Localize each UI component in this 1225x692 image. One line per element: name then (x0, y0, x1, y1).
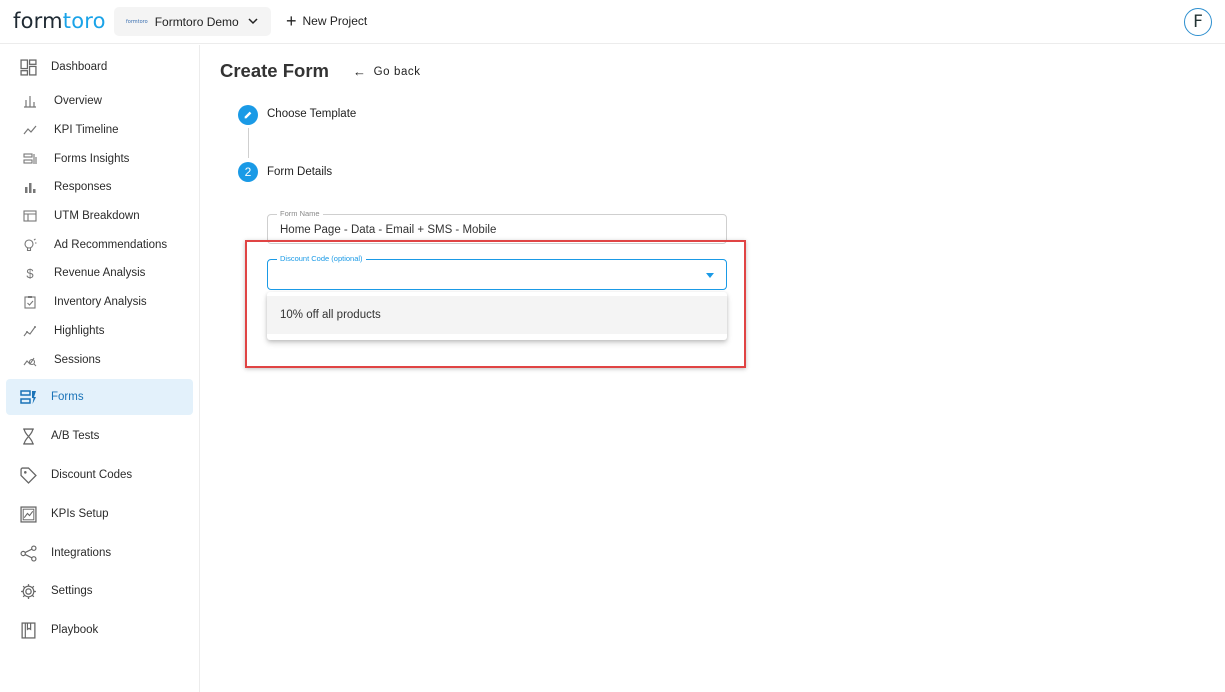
step-2-number: 2 (238, 162, 258, 182)
table-icon (23, 209, 37, 223)
formtoro-logo[interactable]: formtoro (13, 9, 106, 33)
hourglass-icon (20, 427, 37, 445)
top-bar: formtoro formtoro Formtoro Demo + New Pr… (0, 0, 1225, 44)
sidebar-item-label: KPI Timeline (54, 124, 119, 136)
sidebar-item-discount-codes[interactable]: Discount Codes (6, 461, 193, 489)
user-avatar[interactable]: F (1184, 8, 1212, 36)
dashboard-icon (20, 58, 37, 76)
sidebar-item-sessions[interactable]: Sessions (6, 346, 193, 374)
sidebar-item-label: Playbook (51, 624, 99, 636)
sidebar-item-label: Forms (51, 391, 84, 403)
clipboard-icon (23, 295, 37, 309)
sidebar-item-integrations[interactable]: Integrations (6, 539, 193, 567)
go-back-label: Go back (373, 65, 421, 78)
sidebar-item-label: Integrations (51, 547, 112, 559)
sidebar-item-settings[interactable]: Settings (6, 577, 193, 605)
sidebar-item-label: Forms Insights (54, 153, 130, 165)
sidebar-item-forms-insights[interactable]: Forms Insights (6, 145, 193, 173)
sidebar-item-playbook[interactable]: Playbook (6, 616, 193, 644)
highlight-annotation-box (245, 240, 746, 368)
sidebar-item-revenue-analysis[interactable]: $ Revenue Analysis (6, 259, 193, 287)
trend-line-icon (23, 123, 37, 137)
sidebar-item-label: Discount Codes (51, 469, 133, 481)
sidebar-item-label: Ad Recommendations (54, 239, 168, 251)
form-name-legend: Form Name (277, 209, 323, 218)
project-selector[interactable]: formtoro Formtoro Demo (114, 7, 271, 36)
sidebar-item-label: KPIs Setup (51, 508, 109, 520)
sidebar-item-inventory-analysis[interactable]: Inventory Analysis (6, 288, 193, 316)
sidebar-item-label: A/B Tests (51, 430, 100, 442)
sidebar-item-label: Overview (54, 95, 102, 107)
chevron-down-icon (248, 18, 258, 25)
step-connector (248, 128, 249, 158)
arrow-left-icon: ← (353, 64, 367, 79)
sidebar-item-highlights[interactable]: Highlights (6, 317, 193, 345)
sidebar-item-overview[interactable]: Overview (6, 87, 193, 115)
sidebar-item-utm-breakdown[interactable]: UTM Breakdown (6, 202, 193, 230)
sidebar-item-label: Highlights (54, 325, 105, 337)
plus-icon: + (286, 11, 297, 31)
forms-icon (20, 389, 37, 406)
sidebar-item-ad-recommendations[interactable]: Ad Recommendations (6, 231, 193, 259)
dollar-icon: $ (26, 265, 34, 281)
page-title: Create Form (220, 60, 329, 81)
sidebar-item-forms[interactable]: Forms (6, 379, 193, 415)
responses-bar-icon (23, 180, 37, 194)
book-icon (20, 621, 37, 639)
sidebar-item-label: UTM Breakdown (54, 210, 140, 222)
sidebar-item-label: Inventory Analysis (54, 296, 147, 308)
project-logo: formtoro (126, 18, 148, 25)
logo-text-form: form (13, 9, 63, 33)
sidebar: Dashboard Overview KPI Timeline Forms In… (0, 45, 200, 692)
gear-icon (20, 583, 37, 600)
form-name-value: Home Page - Data - Email + SMS - Mobile (280, 224, 497, 236)
sidebar-item-responses[interactable]: Responses (6, 173, 193, 201)
bar-chart-icon (23, 94, 37, 108)
sidebar-item-kpis-setup[interactable]: KPIs Setup (6, 500, 193, 528)
kpi-image-icon (20, 505, 37, 523)
sidebar-item-ab-tests[interactable]: A/B Tests (6, 422, 193, 450)
logo-text-toro: toro (62, 9, 106, 33)
sidebar-item-label: Revenue Analysis (54, 267, 146, 279)
project-name: Formtoro Demo (154, 14, 239, 29)
step-1-edit-icon (238, 105, 258, 125)
sidebar-item-label: Sessions (54, 354, 101, 366)
sessions-icon (23, 353, 37, 367)
tag-icon (20, 466, 37, 484)
lightbulb-icon (23, 238, 37, 252)
sidebar-item-label: Responses (54, 181, 112, 193)
sidebar-item-label: Dashboard (51, 61, 108, 73)
sidebar-item-dashboard[interactable]: Dashboard (6, 53, 193, 81)
go-back-button[interactable]: ← Go back (353, 64, 421, 79)
new-project-button[interactable]: + New Project (286, 12, 367, 30)
step-2-label: Form Details (267, 166, 333, 178)
sidebar-item-label: Settings (51, 585, 93, 597)
step-1-label: Choose Template (267, 108, 357, 120)
sidebar-item-kpi-timeline[interactable]: KPI Timeline (6, 116, 193, 144)
forms-insights-icon (23, 152, 37, 166)
new-project-label: New Project (302, 14, 368, 28)
share-icon (20, 544, 37, 562)
sparkline-icon (23, 324, 37, 338)
